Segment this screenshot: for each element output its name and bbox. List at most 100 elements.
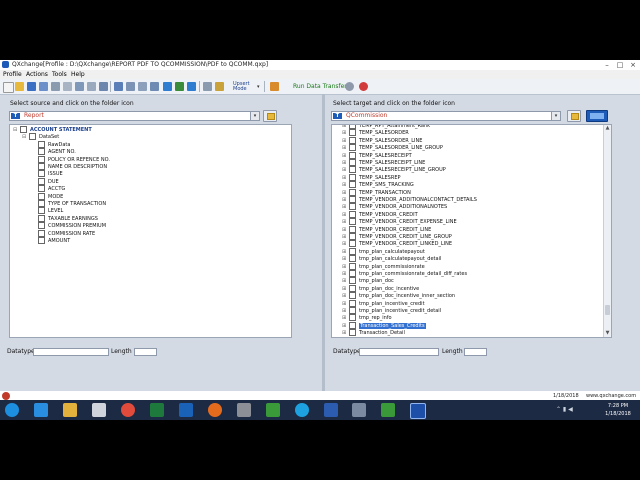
- filter-icon[interactable]: [163, 82, 172, 91]
- tree-checkbox[interactable]: [349, 173, 356, 181]
- target-tree-item[interactable]: ⊞ TEMP_SALESRECEIPT_LINE: [342, 159, 425, 166]
- scroll-up-icon[interactable]: ▲: [604, 125, 611, 132]
- tree-checkbox[interactable]: [38, 185, 45, 193]
- tree-checkbox[interactable]: [38, 222, 45, 230]
- target-tree-item[interactable]: ⊞ TEMP_SALESORDER_LINE: [342, 136, 422, 144]
- skype-icon[interactable]: [295, 403, 309, 417]
- tree-checkbox[interactable]: [349, 144, 356, 152]
- target-length-input[interactable]: [464, 348, 487, 356]
- run-data-transfer-button[interactable]: Run Data Transfer: [293, 83, 347, 90]
- target-tree-item[interactable]: ⊞ tmp_plan_commissionrate_detail_diff_rat…: [342, 270, 467, 277]
- target-tree-item[interactable]: ⊞ tmp_plan_calculatepayout_detail: [342, 255, 441, 263]
- tree-checkbox[interactable]: [349, 262, 356, 270]
- undo-icon[interactable]: [99, 82, 108, 91]
- tree-checkbox[interactable]: [349, 277, 356, 285]
- tree-checkbox[interactable]: [349, 136, 356, 144]
- taskbar-time[interactable]: 7:28 PM: [603, 403, 633, 409]
- expander-icon[interactable]: ⊟: [13, 127, 17, 134]
- tree-checkbox[interactable]: [38, 237, 45, 244]
- target-tree-item[interactable]: ⊞ tmp_rep_info: [342, 314, 392, 322]
- tools-icon[interactable]: [237, 403, 251, 417]
- tree-checkbox[interactable]: [349, 125, 356, 129]
- target-tree-item[interactable]: ⊞ TEMP_SALESRECEIPT: [342, 151, 412, 159]
- scroll-thumb[interactable]: [605, 305, 610, 315]
- tree-checkbox[interactable]: [349, 270, 356, 277]
- menu-tools[interactable]: Tools: [52, 71, 67, 78]
- outlook-icon[interactable]: [179, 403, 193, 417]
- indent-icon[interactable]: [138, 82, 147, 91]
- target-tree-item[interactable]: ⊞ tmp_plan_calculatepayout: [342, 247, 425, 255]
- menu-profile[interactable]: Profile: [3, 71, 22, 78]
- tree-checkbox[interactable]: [38, 200, 45, 207]
- source-tree-item[interactable]: RawData: [31, 140, 70, 148]
- tray-icons[interactable]: ⌃ ▮ ◀: [556, 406, 586, 414]
- open-icon[interactable]: [15, 82, 24, 91]
- save-icon[interactable]: [27, 82, 36, 91]
- target-tree-item[interactable]: ⊞ TEMP_SMS_TRACKING: [342, 181, 414, 189]
- target-tree-item[interactable]: ⊞ TEMP_VENDOR_ADDITIONALCONTACT_DETAILS: [342, 196, 477, 203]
- tree-checkbox[interactable]: [349, 188, 356, 196]
- media-player-icon[interactable]: [92, 403, 106, 417]
- tree-checkbox[interactable]: [349, 321, 356, 329]
- tree-checkbox[interactable]: [29, 133, 36, 141]
- camtasia-icon[interactable]: [266, 403, 280, 417]
- target-tree-item[interactable]: ⊞ tmp_plan_incentive_credit: [342, 299, 425, 307]
- source-combo[interactable]: T Report ▾: [9, 111, 260, 121]
- tree-checkbox[interactable]: [349, 225, 356, 233]
- target-tree-item[interactable]: ⊞ TEMP_VENDOR_ADDITIONALNOTES: [342, 203, 447, 211]
- settings-icon[interactable]: [215, 82, 224, 91]
- target-tree[interactable]: ⊞ TEMP_RPT_Attainment_Rank ⊞ TEMP_SALESORDE…: [331, 124, 612, 338]
- firefox-icon[interactable]: [208, 403, 222, 417]
- tree-checkbox[interactable]: [349, 314, 356, 322]
- source-length-input[interactable]: [134, 348, 157, 356]
- source-tree-item[interactable]: ISSUE: [31, 170, 63, 178]
- target-tree-item[interactable]: ⊞ TEMP_SALESORDER_LINE_GROUP: [342, 144, 443, 152]
- target-combo[interactable]: T QCommission ▾: [331, 111, 561, 121]
- target-folder-button[interactable]: [567, 110, 581, 122]
- close-icon[interactable]: [359, 82, 368, 91]
- tree-checkbox[interactable]: [349, 240, 356, 248]
- expander-icon[interactable]: ⊟: [22, 134, 26, 141]
- source-tree-item[interactable]: ⊟ DataSet: [22, 133, 59, 141]
- source-folder-button[interactable]: [263, 110, 277, 122]
- target-tree-item[interactable]: ⊞ TEMP_SALESORDER: [342, 129, 409, 137]
- tree-checkbox[interactable]: [38, 207, 45, 215]
- chevron-down-icon[interactable]: ▾: [250, 112, 259, 120]
- target-options-button[interactable]: [586, 110, 608, 122]
- source-tree-item[interactable]: ⊟ ACCOUNT STATEMENT: [13, 126, 92, 133]
- source-tree-item[interactable]: TYPE OF TRANSACTION: [31, 200, 106, 207]
- print-icon[interactable]: [51, 82, 60, 91]
- target-tree-item[interactable]: ⊞ tmp_plan_commissionrate: [342, 262, 425, 270]
- target-tree-item[interactable]: ⊞ tmp_plan_doc_incentive: [342, 284, 419, 292]
- target-tree-scrollbar[interactable]: ▲ ▼: [603, 125, 611, 337]
- tree-checkbox[interactable]: [349, 329, 356, 337]
- tree-checkbox[interactable]: [349, 203, 356, 211]
- grid-icon[interactable]: [75, 82, 84, 91]
- tree-checkbox[interactable]: [38, 192, 45, 200]
- ie-icon[interactable]: [34, 403, 48, 417]
- tree-checkbox[interactable]: [349, 196, 356, 203]
- tree-checkbox[interactable]: [349, 284, 356, 292]
- chevron-down-icon[interactable]: ▾: [551, 112, 560, 120]
- tree-checkbox[interactable]: [38, 177, 45, 185]
- tree-checkbox[interactable]: [38, 229, 45, 237]
- target-tree-item[interactable]: ⊞ tmp_plan_incentive_credit_detail: [342, 307, 441, 314]
- target-tree-item[interactable]: ⊞ TEMP_VENDOR_CREDIT_EXPENSE_LINE: [342, 218, 457, 226]
- tree-checkbox[interactable]: [349, 218, 356, 226]
- source-tree-item[interactable]: MODE: [31, 192, 63, 200]
- target-tree-item[interactable]: ⊞ Transaction_Sales_Credits: [342, 321, 426, 329]
- tree-checkbox[interactable]: [349, 299, 356, 307]
- tree-checkbox[interactable]: [349, 247, 356, 255]
- file-explorer-icon[interactable]: [63, 403, 77, 417]
- source-tree-item[interactable]: AMOUNT: [31, 237, 70, 244]
- tree-checkbox[interactable]: [349, 181, 356, 189]
- target-tree-item[interactable]: ⊞ TEMP_VENDOR_CREDIT_LINE: [342, 225, 431, 233]
- tree-checkbox[interactable]: [349, 292, 356, 300]
- maximize-button[interactable]: □: [614, 60, 626, 70]
- tree-checkbox[interactable]: [349, 151, 356, 159]
- gear-icon[interactable]: [345, 82, 354, 91]
- taskbar-date[interactable]: 1/18/2018: [603, 411, 633, 417]
- tree-checkbox[interactable]: [38, 140, 45, 148]
- copy-icon[interactable]: [63, 82, 72, 91]
- target-tree-item[interactable]: ⊞ Transaction_Detail: [342, 329, 405, 337]
